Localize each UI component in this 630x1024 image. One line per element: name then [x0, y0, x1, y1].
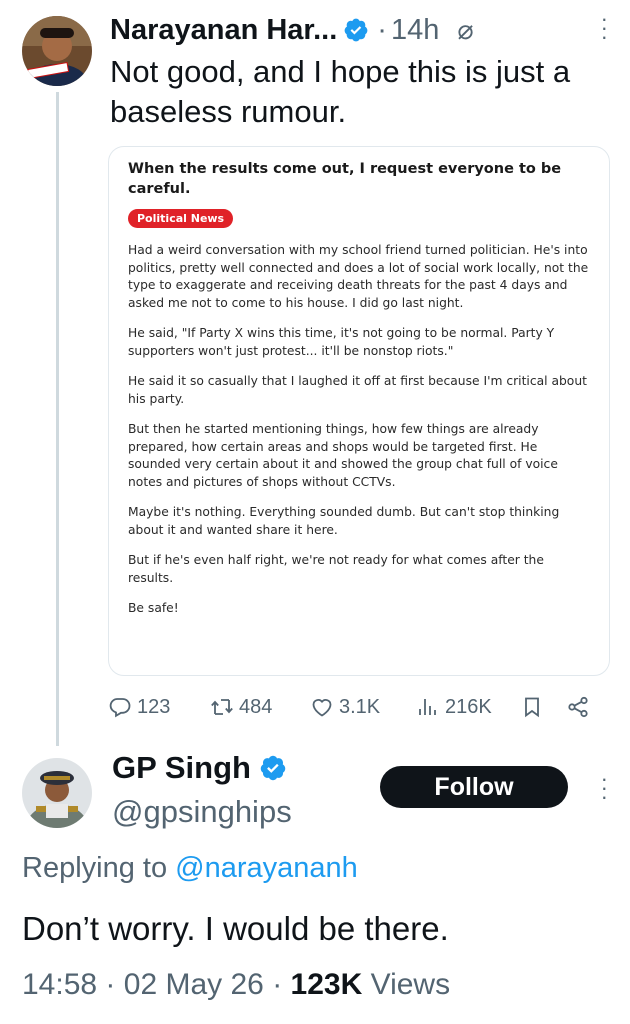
share-icon: [568, 696, 588, 718]
share-button[interactable]: [566, 695, 590, 719]
reply-icon: [109, 698, 131, 718]
separator-dot: ·: [105, 968, 116, 1001]
mention-link[interactable]: @narayananh: [175, 852, 358, 884]
follow-button[interactable]: Follow: [380, 766, 568, 808]
card-paragraph: He said, "If Party X wins this time, it'…: [128, 326, 555, 358]
tweet2-time[interactable]: 14:58: [22, 968, 97, 1001]
tweet1-text: Not good, and I hope this is just a base…: [110, 54, 571, 129]
card-paragraph: Maybe it's nothing. Everything sounded d…: [128, 505, 560, 537]
bookmark-button[interactable]: [520, 695, 566, 719]
card-paragraph: Had a weird conversation with my school …: [128, 243, 589, 310]
retweet-count: 484: [239, 695, 273, 718]
tweet1-header: Narayanan Har... · 14h ⌀: [110, 8, 610, 52]
tweet2-text: Don’t worry. I would be there.: [22, 910, 449, 947]
tweet2-date[interactable]: 02 May 26: [124, 968, 264, 1001]
tweet-thread-page: Narayanan Har... · 14h ⌀ · · · Not good, a…: [0, 0, 630, 1024]
thread-connector-line: [56, 92, 59, 746]
card-category-badge: Political News: [128, 209, 234, 228]
views-count: 216K: [445, 695, 492, 718]
avatar-narayanan[interactable]: [22, 16, 92, 86]
card-paragraph: But if he's even half right, we're not r…: [128, 553, 544, 585]
retweet-icon: [211, 699, 233, 715]
tweet1-action-bar: 123 484 3.1K 216K: [108, 690, 608, 724]
separator-dot: ·: [377, 13, 387, 46]
tweet2-author-name[interactable]: GP Singh: [112, 750, 251, 786]
like-button[interactable]: 3.1K: [310, 695, 416, 719]
card-paragraph: But then he started mentioning things, h…: [128, 422, 558, 489]
tweet1-author-name[interactable]: Narayanan Har...: [110, 14, 337, 47]
replying-to-line: Replying to @narayananh: [22, 852, 358, 885]
replying-prefix: Replying to: [22, 852, 168, 884]
verified-badge-icon: [260, 755, 286, 781]
retweet-button[interactable]: 484: [210, 695, 310, 719]
attached-image-card[interactable]: When the results come out, I request eve…: [108, 146, 610, 676]
bookmark-icon: [525, 697, 539, 718]
card-paragraph: He said it so casually that I laughed it…: [128, 374, 587, 406]
reply-button[interactable]: 123: [108, 695, 208, 719]
tweet2-views-label: Views: [370, 968, 451, 1001]
heart-icon: [312, 699, 332, 717]
tweet2-author-name-row: GP Singh: [112, 750, 291, 786]
card-title: When the results come out, I request eve…: [128, 161, 562, 197]
more-options-icon[interactable]: · · ·: [601, 8, 608, 48]
views-button[interactable]: 216K: [416, 695, 520, 719]
grok-icon[interactable]: ⌀: [457, 15, 473, 46]
card-paragraph: Be safe!: [128, 601, 179, 615]
reply-count: 123: [137, 695, 171, 718]
tweet2-meta: 14:58 · 02 May 26 · 123K Views: [22, 968, 450, 1002]
avatar-gp-singh[interactable]: [22, 758, 92, 828]
separator-dot: ·: [272, 968, 283, 1001]
tweet2-handle[interactable]: @gpsinghips: [112, 794, 292, 830]
like-count: 3.1K: [339, 695, 381, 718]
more-options-icon[interactable]: · · ·: [601, 768, 608, 808]
verified-badge-icon: [344, 18, 368, 42]
tweet1-time[interactable]: 14h: [391, 14, 439, 47]
analytics-icon: [419, 699, 436, 715]
tweet2-views-count: 123K: [290, 968, 363, 1001]
